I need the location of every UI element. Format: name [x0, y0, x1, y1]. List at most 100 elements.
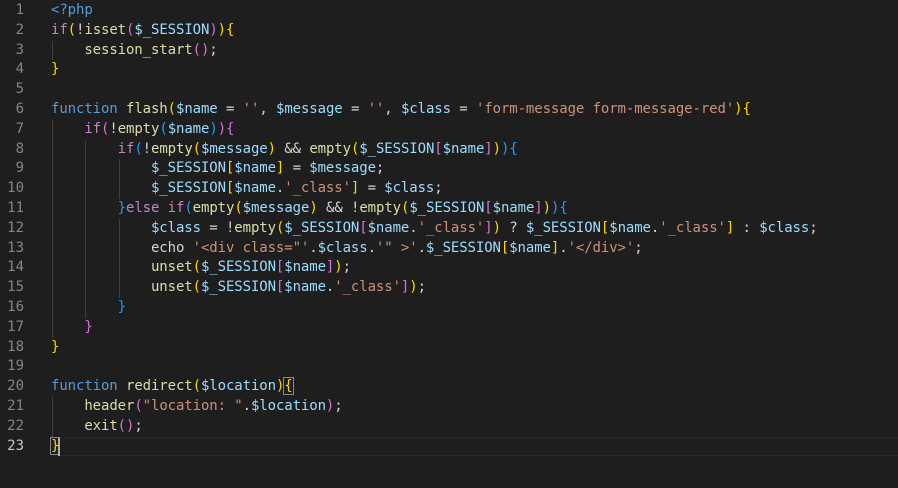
code-token: ) [492, 219, 501, 236]
code-token: empty [151, 140, 193, 157]
code-token: . [367, 239, 376, 256]
code-token: ; [134, 417, 143, 434]
code-token: [ [225, 160, 235, 177]
code-token: { [226, 21, 235, 38]
code-token: empty [234, 219, 276, 236]
code-line[interactable]: $class = !empty($_SESSION[$name.'_class'… [51, 219, 898, 239]
code-token: flash [125, 101, 168, 117]
code-token: if [84, 120, 101, 137]
code-token: [ [275, 279, 285, 296]
code-token: '_class' [659, 219, 726, 236]
code-token: $_SESSION [200, 259, 276, 276]
code-line[interactable]: if(!empty($name)){ [51, 120, 898, 140]
line-number-gutter: 1 2 3 4 5 6 7 8 9 10 11 12 13 14 15 16 17 18 19 20 21 22 23 [0, 0, 46, 488]
code-token: $name [234, 160, 276, 177]
code-token: ( [134, 140, 143, 157]
code-line[interactable]: } [51, 298, 898, 318]
code-token: ( [234, 200, 243, 216]
code-token: ; [809, 219, 818, 236]
line-number: 22 [7, 417, 24, 434]
code-line[interactable]: }else if(empty($message) && !empty($_SES… [51, 199, 898, 219]
code-token: = [217, 101, 243, 117]
code-line[interactable]: if(!isset($_SESSION)){ [51, 21, 898, 41]
line-number: 8 [15, 140, 24, 157]
code-line[interactable] [51, 357, 898, 377]
code-token: ( [192, 378, 201, 395]
code-token: . [417, 239, 426, 256]
code-line[interactable]: header("location: ".$location); [51, 397, 898, 417]
code-token: ; [417, 279, 426, 296]
code-line[interactable]: function flash($name = '', $message = ''… [51, 100, 898, 120]
code-token: '_class' [334, 279, 401, 296]
code-line[interactable]: unset($_SESSION[$name.'_class']); [51, 278, 898, 298]
line-number: 20 [7, 378, 24, 395]
code-token: () [117, 417, 135, 434]
code-token: = [200, 219, 226, 236]
code-token: $location [250, 398, 326, 414]
code-line[interactable]: } [51, 60, 898, 80]
code-token: else [125, 200, 160, 216]
code-token: $class [400, 101, 451, 117]
code-token: . [275, 180, 285, 197]
code-token: . [409, 219, 418, 236]
code-token: ] [550, 239, 560, 256]
code-area[interactable]: <?php if(!isset($_SESSION)){ session_star… [49, 0, 898, 488]
line-number: 11 [7, 200, 24, 216]
code-token: $location [200, 378, 276, 395]
code-line[interactable]: <?php [51, 1, 898, 21]
code-token: ; [634, 239, 643, 256]
code-token: } [84, 318, 93, 335]
code-token: [ [434, 140, 443, 157]
code-token: ( [159, 120, 168, 137]
code-line[interactable]: session_start(); [51, 41, 898, 61]
code-line[interactable] [51, 80, 898, 100]
code-token: if [51, 21, 68, 38]
code-line[interactable]: if(!empty($message) && empty($_SESSION[$… [51, 140, 898, 160]
code-line[interactable]: function redirect($location){ [51, 377, 898, 397]
code-token: $name [492, 200, 535, 216]
code-line[interactable]: } [49, 436, 898, 457]
code-token: [ [600, 219, 610, 236]
code-token: } [117, 200, 126, 216]
line-number: 19 [7, 358, 24, 375]
code-token: ] [325, 259, 335, 276]
code-token: $name [284, 279, 326, 296]
code-token: , [384, 101, 401, 117]
code-token: [ [359, 219, 368, 236]
code-token: empty [117, 120, 160, 137]
code-token: empty [309, 140, 351, 157]
code-token: $_SESSION [134, 21, 210, 38]
code-token: { [226, 120, 235, 137]
code-line[interactable]: } [51, 338, 898, 358]
code-token: $_SESSION [525, 219, 601, 236]
code-line[interactable]: $_SESSION[$name.'_class'] = $class; [51, 179, 898, 199]
code-token: ] [484, 140, 493, 157]
code-line[interactable]: echo '<div class="'.$class.'" >'.$_SESSI… [51, 239, 898, 259]
code-line[interactable]: $_SESSION[$name] = $message; [51, 159, 898, 179]
code-token: ) [325, 398, 335, 414]
line-number: 4 [15, 61, 24, 78]
code-token: () [192, 41, 210, 58]
code-token: ) [209, 120, 218, 137]
code-token: ) [267, 140, 276, 157]
code-line[interactable]: exit(); [51, 417, 898, 437]
code-token: ! [142, 140, 151, 157]
code-token: [ [484, 200, 493, 216]
code-token: ( [192, 140, 201, 157]
code-token: $_SESSION [284, 219, 360, 236]
code-token: [ [275, 259, 285, 276]
code-token: ; [342, 259, 351, 276]
code-line[interactable]: } [51, 318, 898, 338]
code-editor[interactable]: 1 2 3 4 5 6 7 8 9 10 11 12 13 14 15 16 17 18 19 20 21 22 23 <?… [0, 0, 898, 488]
code-line[interactable]: unset($_SESSION[$name]); [51, 258, 898, 278]
code-token: [ [225, 180, 235, 197]
code-token: ) [542, 200, 551, 216]
code-token: = [450, 101, 476, 117]
code-token: ; [334, 398, 343, 414]
